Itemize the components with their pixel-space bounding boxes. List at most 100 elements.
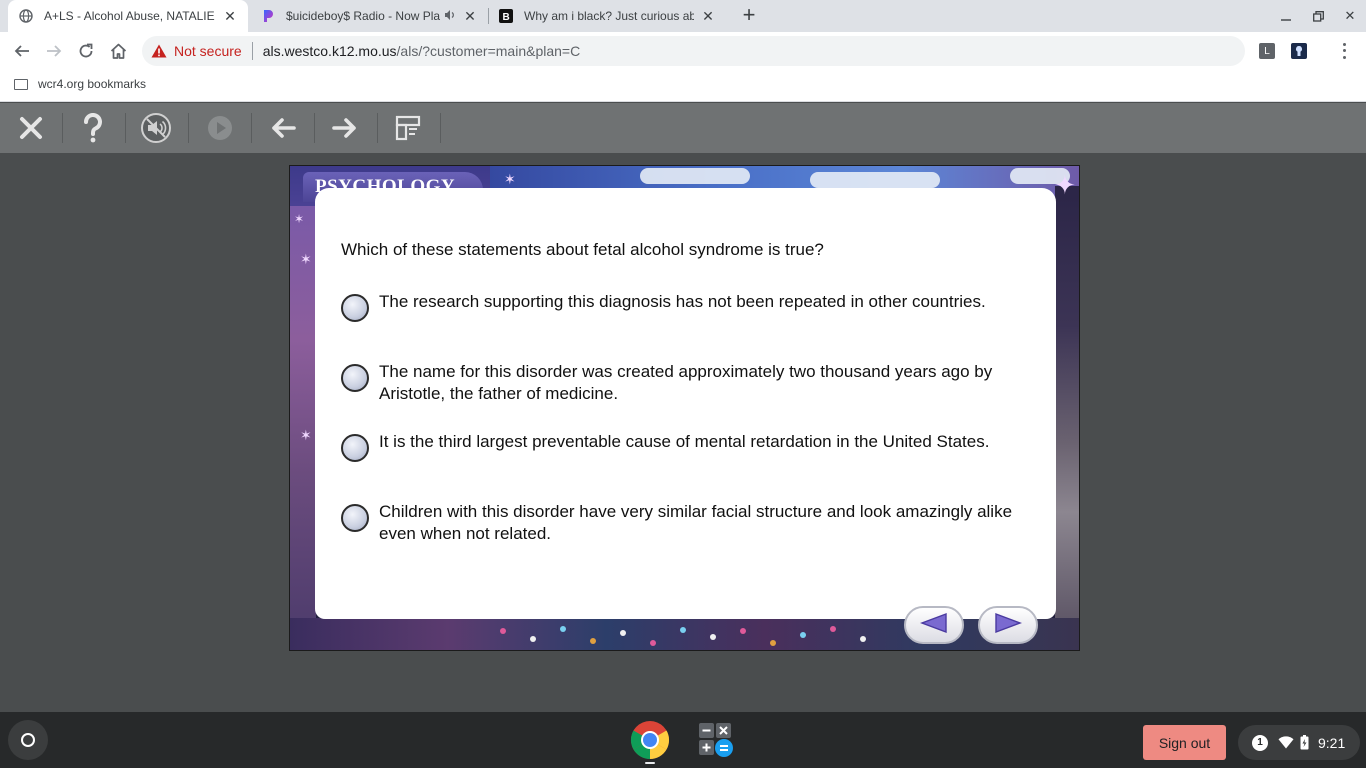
answer-option[interactable]: Children with this disorder have very si… bbox=[341, 502, 1041, 545]
pandora-icon bbox=[260, 8, 276, 24]
radio-button[interactable] bbox=[341, 294, 369, 322]
play-icon[interactable] bbox=[203, 111, 237, 145]
folder-icon bbox=[14, 78, 28, 90]
toolbar-divider bbox=[251, 113, 252, 143]
tab-brainly[interactable]: B Why am i black? Just curious ab ✕ bbox=[488, 0, 726, 32]
omnibox-divider bbox=[251, 42, 253, 60]
question-text: Which of these statements about fetal al… bbox=[341, 240, 824, 259]
status-tray[interactable]: 1 9:21 bbox=[1238, 725, 1360, 760]
reload-icon[interactable] bbox=[74, 39, 98, 63]
lesson-stage: ✶ ✶ ✶ ✶ ✦ PSYCHOLOGY Which of these stat… bbox=[289, 165, 1080, 651]
decorative-dot bbox=[800, 632, 806, 638]
bookmark-folder[interactable]: wcr4.org bookmarks bbox=[14, 77, 146, 91]
question-card: Which of these statements about fetal al… bbox=[315, 188, 1056, 619]
close-tab-icon[interactable]: ✕ bbox=[222, 8, 238, 24]
toolbar-divider bbox=[377, 113, 378, 143]
previous-page-button[interactable] bbox=[904, 606, 964, 644]
toolbar-divider bbox=[62, 113, 63, 143]
back-icon[interactable] bbox=[10, 39, 34, 63]
tab-title: A+LS - Alcohol Abuse, NATALIE H bbox=[44, 9, 216, 23]
glossary-icon[interactable] bbox=[391, 111, 425, 145]
cloud bbox=[640, 168, 750, 184]
tab-als[interactable]: A+LS - Alcohol Abuse, NATALIE H ✕ bbox=[8, 0, 248, 32]
shelf: Sign out 1 9:21 bbox=[0, 712, 1366, 768]
speaker-muted-icon[interactable] bbox=[139, 111, 173, 145]
decorative-dot bbox=[530, 636, 536, 642]
decorative-dot bbox=[680, 627, 686, 633]
help-icon[interactable] bbox=[76, 111, 110, 145]
svg-text:B: B bbox=[503, 12, 510, 23]
chrome-icon[interactable] bbox=[630, 720, 670, 760]
close-tab-icon[interactable]: ✕ bbox=[462, 8, 478, 24]
sparkle-icon: ✶ bbox=[294, 212, 305, 226]
answer-text: Children with this disorder have very si… bbox=[379, 502, 1013, 543]
answer-option[interactable]: It is the third largest preventable caus… bbox=[341, 432, 1041, 462]
tab-title: Why am i black? Just curious ab bbox=[524, 9, 694, 23]
calculator-icon[interactable] bbox=[696, 720, 736, 760]
sparkle-icon: ✶ bbox=[300, 251, 312, 267]
answer-text: The research supporting this diagnosis h… bbox=[379, 292, 986, 311]
close-window-icon[interactable]: ✕ bbox=[1340, 6, 1360, 26]
wifi-icon bbox=[1278, 736, 1294, 749]
security-label[interactable]: Not secure bbox=[174, 43, 242, 59]
address-bar[interactable]: Not secure als.westco.k12.mo.us/als/?cus… bbox=[142, 36, 1245, 66]
close-icon[interactable] bbox=[14, 111, 48, 145]
arrow-right-icon[interactable] bbox=[328, 111, 362, 145]
plus-icon[interactable]: + bbox=[737, 4, 761, 28]
answer-text: It is the third largest preventable caus… bbox=[379, 432, 990, 451]
sign-out-button[interactable]: Sign out bbox=[1143, 725, 1226, 760]
radio-button[interactable] bbox=[341, 434, 369, 462]
decorative-dot bbox=[860, 636, 866, 642]
forward-icon[interactable] bbox=[42, 39, 66, 63]
battery-icon bbox=[1300, 735, 1309, 750]
extension-icon[interactable] bbox=[1291, 43, 1307, 59]
bookmark-label: wcr4.org bookmarks bbox=[38, 77, 147, 91]
toolbar-divider bbox=[125, 113, 126, 143]
close-tab-icon[interactable]: ✕ bbox=[700, 8, 716, 24]
extension-l-icon[interactable]: L bbox=[1259, 43, 1275, 59]
tab-pandora[interactable]: $uicideboy$ Radio - Now Pla ✕ bbox=[250, 0, 488, 32]
decorative-dot bbox=[620, 630, 626, 636]
minimize-icon[interactable] bbox=[1276, 6, 1296, 26]
answer-option[interactable]: The name for this disorder was created a… bbox=[341, 362, 1041, 405]
lesson-toolbar bbox=[0, 103, 1366, 153]
next-page-button[interactable] bbox=[978, 606, 1038, 644]
decorative-dot bbox=[770, 640, 776, 646]
speaker-icon[interactable] bbox=[444, 9, 456, 24]
answer-option[interactable]: The research supporting this diagnosis h… bbox=[341, 292, 1041, 322]
decorative-dot bbox=[650, 640, 656, 646]
triangle-left-icon bbox=[920, 612, 948, 638]
launcher-icon[interactable] bbox=[8, 720, 48, 760]
decorative-dot bbox=[560, 626, 566, 632]
answer-text: The name for this disorder was created a… bbox=[379, 362, 993, 403]
decorative-dot bbox=[710, 634, 716, 640]
toolbar-divider bbox=[314, 113, 315, 143]
warning-icon[interactable] bbox=[151, 44, 169, 58]
toolbar-divider bbox=[440, 113, 441, 143]
radio-button[interactable] bbox=[341, 364, 369, 392]
radio-button[interactable] bbox=[341, 504, 369, 532]
decorative-dot bbox=[500, 628, 506, 634]
url-host: als.westco.k12.mo.us bbox=[262, 43, 397, 59]
triangle-right-icon bbox=[994, 612, 1022, 638]
notification-count-badge[interactable]: 1 bbox=[1252, 734, 1268, 751]
url-path: /als/?customer=main&plan=C bbox=[396, 43, 581, 59]
sparkle-icon: ✦ bbox=[1054, 170, 1076, 200]
arrow-left-icon[interactable] bbox=[266, 111, 300, 145]
globe-icon bbox=[18, 8, 34, 24]
decorative-dot bbox=[830, 626, 836, 632]
home-icon[interactable] bbox=[106, 39, 130, 63]
decorative-dot bbox=[590, 638, 596, 644]
restore-icon[interactable] bbox=[1308, 6, 1328, 26]
sparkle-icon: ✶ bbox=[504, 171, 516, 187]
toolbar-divider bbox=[188, 113, 189, 143]
decorative-dot bbox=[740, 628, 746, 634]
more-menu-icon[interactable] bbox=[1336, 41, 1352, 61]
browser-toolbar: Not secure als.westco.k12.mo.us/als/?cus… bbox=[0, 32, 1366, 70]
extension-label: L bbox=[1264, 45, 1270, 57]
clock: 9:21 bbox=[1318, 734, 1346, 751]
cloud bbox=[810, 172, 940, 188]
brainly-icon: B bbox=[498, 8, 514, 24]
bookmarks-bar: wcr4.org bookmarks bbox=[0, 70, 1366, 102]
tab-strip: A+LS - Alcohol Abuse, NATALIE H ✕ $uicid… bbox=[0, 0, 1366, 32]
